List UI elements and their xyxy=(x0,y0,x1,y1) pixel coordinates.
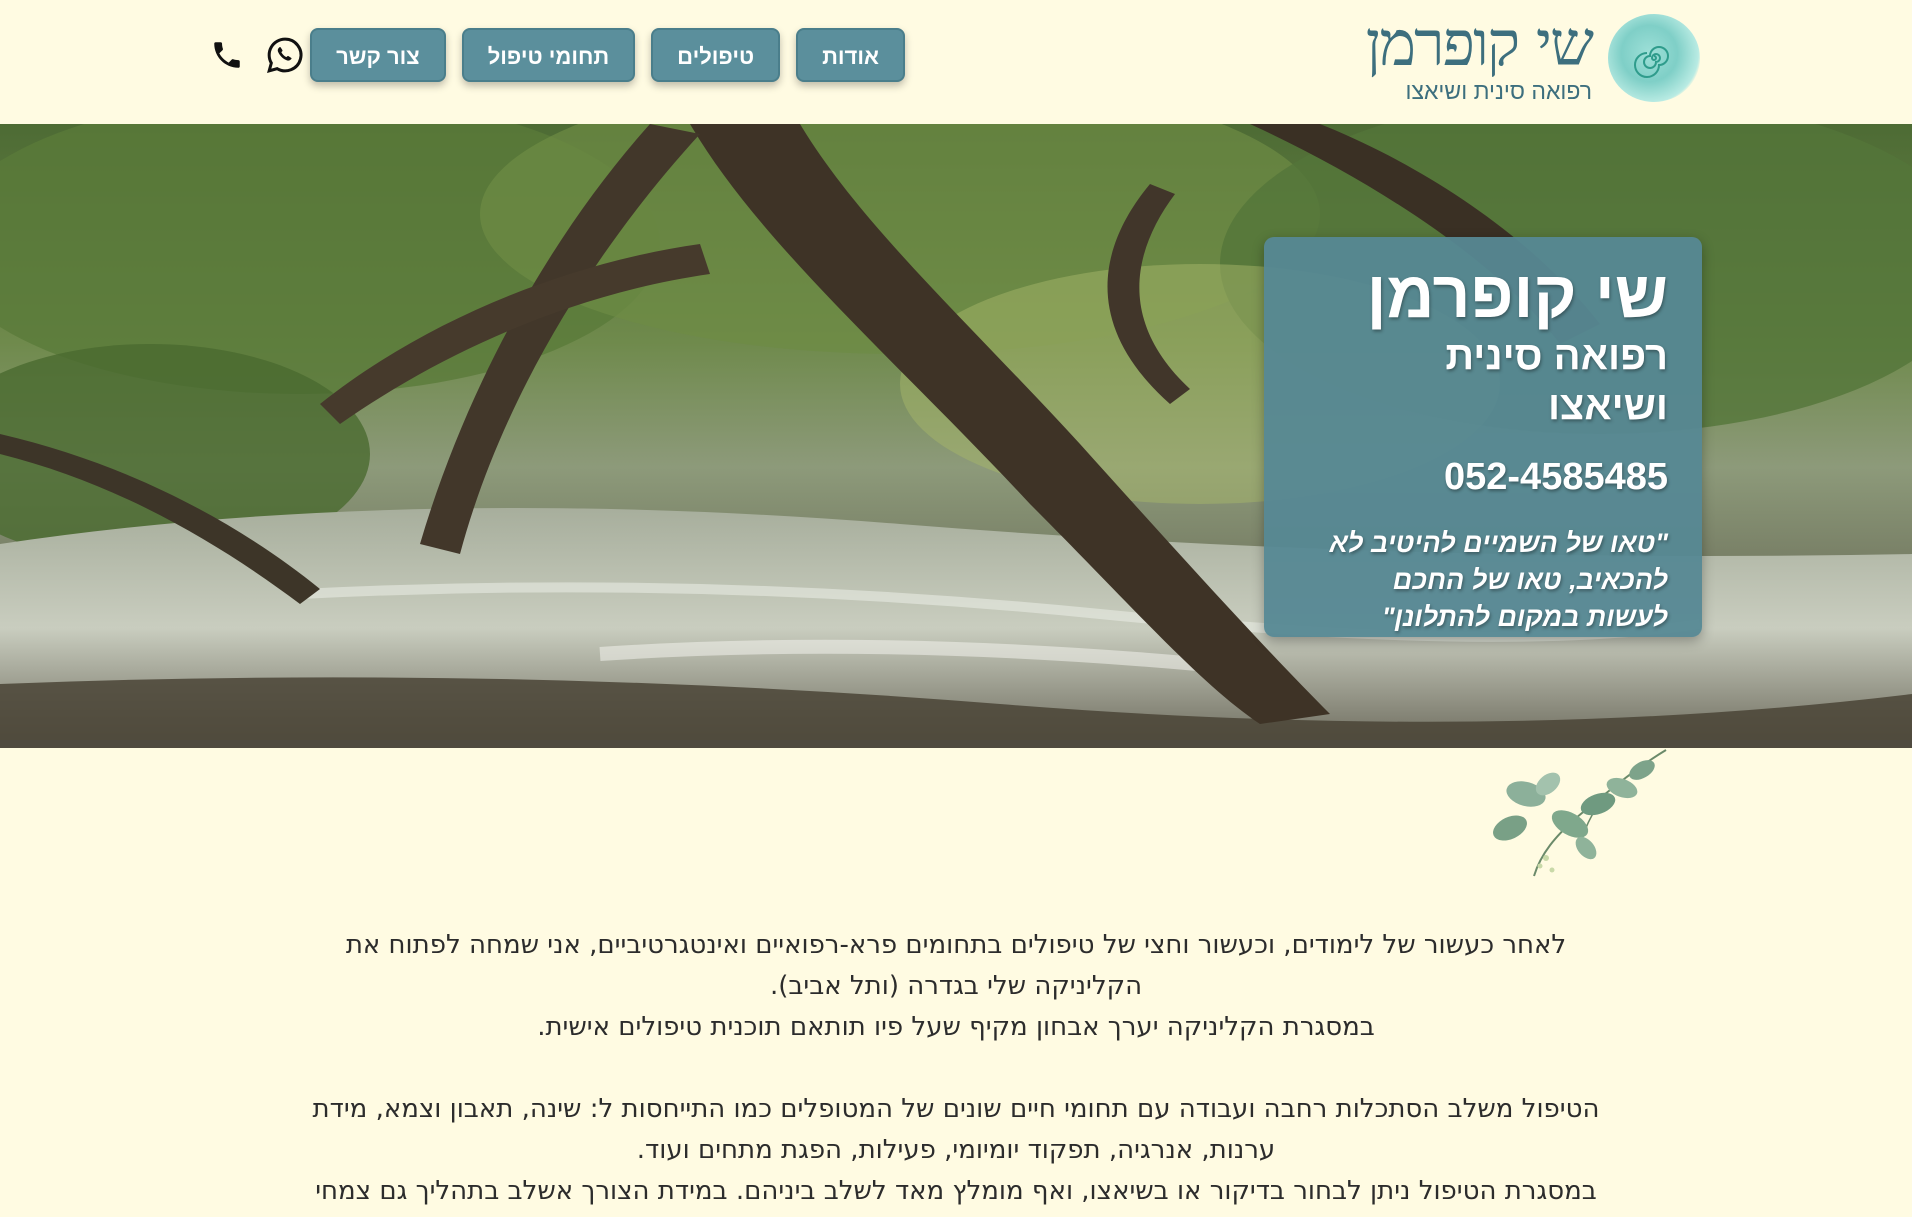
treatment-line: הטיפול משלב הסתכלות רחבה ועבודה עם תחומי… xyxy=(312,1094,1600,1124)
intro-text: לאחר כעשור של לימודים, וכעשור וחצי של טי… xyxy=(210,925,1702,1212)
site-header: שי קופרמן רפואה סינית ושיאצו אודות טיפול… xyxy=(0,0,1912,124)
hero-subtitle-line1: רפואה סינית xyxy=(1445,334,1668,378)
hero-phone[interactable]: 052-4585485 xyxy=(1294,453,1668,501)
hero-banner: שי קופרמן רפואה סינית ושיאצו 052-4585485… xyxy=(0,124,1912,748)
nav-contact-button[interactable]: צור קשר xyxy=(310,28,446,82)
contact-icons xyxy=(206,34,306,76)
hero-info-card: שי קופרמן רפואה סינית ושיאצו 052-4585485… xyxy=(1264,237,1702,637)
hero-subtitle-line2: ושיאצו xyxy=(1547,384,1668,428)
nav-treatment-areas-button[interactable]: תחומי טיפול xyxy=(461,28,636,82)
intro-line: הקליניקה שלי בגדרה (ותל אביב). xyxy=(769,971,1143,1001)
hero-quote-line1: "טאו של השמיים להיטיב לא xyxy=(1329,528,1668,558)
hero-quote-line3: לעשות במקום להתלונן" xyxy=(1381,602,1668,632)
treatment-line: ערנות, אנרגיה, תפקוד יומיומי, פעילות, הפ… xyxy=(636,1135,1276,1165)
phone-icon[interactable] xyxy=(206,34,248,76)
hero-quote-line2: להכאיב, טאו של החכם xyxy=(1392,565,1668,595)
whatsapp-icon[interactable] xyxy=(264,34,306,76)
hero-name: שי קופרמן xyxy=(1366,257,1668,331)
logo-name: שי קופרמן xyxy=(1365,7,1594,80)
treatment-line: במסגרת הטיפול ניתן לבחור בדיקור או בשיאצ… xyxy=(315,1176,1597,1206)
logo-subtitle: רפואה סינית ושיאצו xyxy=(1405,78,1592,104)
main-nav: אודות טיפולים תחומי טיפול צור קשר xyxy=(310,28,905,82)
intro-line: במסגרת הקליניקה יערך אבחון מקיף שעל פיו … xyxy=(537,1012,1375,1042)
nav-treatments-button[interactable]: טיפולים xyxy=(651,28,781,82)
eucalyptus-leaves-decoration xyxy=(1493,749,1667,877)
intro-line: לאחר כעשור של לימודים, וכעשור וחצי של טי… xyxy=(345,930,1567,960)
logo[interactable]: שי קופרמן רפואה סינית ושיאצו xyxy=(1366,8,1700,108)
spiral-logo-icon xyxy=(1608,14,1700,102)
nav-about-button[interactable]: אודות xyxy=(796,28,905,82)
hero-quote: "טאו של השמיים להיטיב לא להכאיב, טאו של … xyxy=(1294,525,1668,636)
